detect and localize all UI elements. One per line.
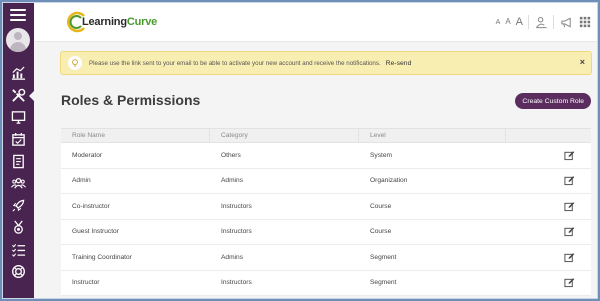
avatar[interactable] — [6, 28, 30, 52]
user-settings-icon[interactable] — [534, 15, 548, 29]
calendar-icon[interactable] — [6, 130, 30, 148]
close-icon[interactable]: × — [580, 57, 585, 67]
table-row[interactable]: Co-instructor Instructors Course — [61, 194, 591, 220]
resend-link[interactable]: Re-send — [386, 60, 412, 67]
table-row[interactable]: Training Coordinator Admins Segment — [61, 245, 591, 271]
column-header-level[interactable]: Level — [359, 129, 506, 142]
table-row[interactable]: Instructor Instructors Segment — [61, 271, 591, 296]
role-name-cell: Guest Instructor — [72, 228, 119, 236]
header-divider — [528, 15, 529, 29]
edit-icon[interactable] — [564, 252, 575, 263]
table-body: Moderator Others System Admin Admins Org… — [61, 143, 591, 296]
category-cell: Instructors — [221, 228, 252, 236]
level-cell: Organization — [370, 177, 408, 185]
level-cell: Segment — [370, 279, 397, 287]
role-name-cell: Admin — [72, 177, 91, 185]
badge-icon[interactable] — [6, 218, 30, 236]
checklist-icon[interactable] — [6, 240, 30, 258]
roles-table: Role Name Category Level Moderator Other… — [61, 128, 591, 296]
font-size-medium-button[interactable]: A — [505, 18, 510, 26]
learningcurve-logo[interactable]: LearningCurve — [64, 11, 157, 33]
actions-cell — [506, 169, 591, 194]
category-cell: Admins — [221, 177, 243, 185]
font-size-large-button[interactable]: A — [516, 16, 523, 28]
page-title: Roles & Permissions — [61, 92, 201, 108]
column-header-actions — [506, 129, 591, 142]
category-cell: Instructors — [221, 202, 252, 210]
main-content: Please use the link sent to your email t… — [34, 42, 598, 299]
lightbulb-icon — [68, 56, 82, 70]
create-custom-role-button[interactable]: Create Custom Role — [515, 93, 591, 109]
role-name-cell: Instructor — [72, 279, 100, 287]
edit-icon[interactable] — [564, 201, 575, 212]
level-cell: Segment — [370, 253, 397, 261]
apps-grid-icon[interactable] — [578, 15, 592, 29]
sidebar — [2, 2, 34, 299]
help-ring-icon[interactable] — [6, 262, 30, 280]
role-name-cell: Co-instructor — [72, 202, 110, 210]
actions-cell — [506, 143, 591, 168]
edit-icon[interactable] — [564, 175, 575, 186]
category-cell: Instructors — [221, 279, 252, 287]
analytics-icon[interactable] — [6, 64, 30, 82]
tools-icon[interactable] — [6, 86, 34, 104]
table-header-row: Role Name Category Level — [61, 128, 591, 143]
level-cell: Course — [370, 202, 392, 210]
edit-icon[interactable] — [564, 277, 575, 288]
logo-text-learning: Learning — [82, 16, 127, 28]
level-cell: System — [370, 151, 392, 159]
actions-cell — [506, 245, 591, 270]
activation-notice-banner: Please use the link sent to your email t… — [60, 51, 592, 75]
logo-text-curve: Curve — [126, 16, 158, 28]
table-row[interactable]: Admin Admins Organization — [61, 169, 591, 194]
actions-cell — [506, 194, 591, 219]
role-name-cell: Moderator — [72, 151, 103, 159]
edit-icon[interactable] — [564, 226, 575, 237]
logo-text: LearningCurve — [82, 16, 157, 28]
top-header: LearningCurve A A A — [34, 2, 598, 42]
table-row[interactable]: Moderator Others System — [61, 143, 591, 169]
category-cell: Others — [221, 151, 241, 159]
header-divider — [553, 15, 554, 29]
role-name-cell: Training Coordinator — [72, 253, 132, 261]
column-header-role-name[interactable]: Role Name — [61, 129, 210, 142]
monitor-icon[interactable] — [6, 108, 30, 126]
hamburger-menu-icon[interactable] — [7, 7, 29, 23]
document-icon[interactable] — [6, 152, 30, 170]
level-cell: Course — [370, 228, 392, 236]
actions-cell — [506, 220, 591, 245]
column-header-category[interactable]: Category — [210, 129, 359, 142]
notice-message: Please use the link sent to your email t… — [89, 59, 381, 67]
users-icon[interactable] — [6, 174, 30, 192]
rocket-icon[interactable] — [6, 196, 30, 214]
megaphone-icon[interactable] — [559, 15, 573, 29]
category-cell: Admins — [221, 253, 243, 261]
edit-icon[interactable] — [564, 150, 575, 161]
header-tools: A A A — [496, 15, 592, 29]
font-size-small-button[interactable]: A — [496, 19, 501, 26]
table-row[interactable]: Guest Instructor Instructors Course — [61, 220, 591, 245]
actions-cell — [506, 271, 591, 296]
